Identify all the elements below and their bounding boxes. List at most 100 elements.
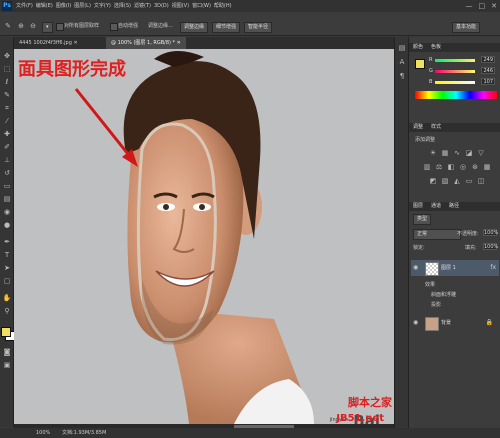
color-panel-tabs: 颜色 色板 <box>409 43 500 52</box>
marquee-tool-icon[interactable]: ⬚ <box>2 64 12 74</box>
site-url-watermark: JB51.net <box>336 413 384 424</box>
close-icon[interactable]: ✕ <box>491 1 497 11</box>
document-canvas[interactable]: 面具图形完成 Bai jingyan 脚本之家 JB51.net <box>14 49 394 424</box>
detail-enhance-button[interactable]: 细节增强 <box>212 22 241 33</box>
tab-adjustments[interactable]: 调整 <box>413 123 423 132</box>
brush-new-icon[interactable]: ⊕ <box>16 21 26 31</box>
menu-filter[interactable]: 滤镜(T) <box>134 0 151 12</box>
tab-color[interactable]: 颜色 <box>413 43 423 52</box>
zoom-level[interactable]: 100% <box>36 428 50 438</box>
eye-icon[interactable]: ◉ <box>413 319 418 326</box>
quick-select-tool-icon[interactable]: ✎ <box>3 21 13 31</box>
effect-shadow[interactable]: 投影 <box>431 301 441 308</box>
menu-3d[interactable]: 3D(D) <box>154 0 169 12</box>
fill-value[interactable]: 100% <box>483 243 498 250</box>
g-value[interactable]: 246 <box>481 67 495 74</box>
selective-color-icon[interactable]: ◫ <box>477 177 485 185</box>
color-spectrum[interactable] <box>415 91 497 99</box>
tab-channels[interactable]: 通道 <box>431 202 441 211</box>
menu-help[interactable]: 帮助(H) <box>214 0 232 12</box>
hand-tool-icon[interactable]: ✋ <box>2 293 12 303</box>
layer-kind-filter[interactable]: 类型 <box>413 214 432 225</box>
stamp-tool-icon[interactable]: ⊥ <box>2 155 12 165</box>
paragraph-panel-icon[interactable]: ¶ <box>397 71 407 81</box>
tab-styles[interactable]: 样式 <box>431 123 441 132</box>
curves-icon[interactable]: ∿ <box>453 149 461 157</box>
layer-row-background[interactable]: ◉ 背景 🔒 <box>411 315 499 331</box>
quick-select-icon[interactable]: ✎ <box>2 90 12 100</box>
g-slider[interactable] <box>435 70 475 73</box>
path-select-icon[interactable]: ➤ <box>2 263 12 273</box>
zoom-tool-icon[interactable]: ⚲ <box>2 306 12 316</box>
color-panel-foreground[interactable] <box>415 59 425 69</box>
menu-image[interactable]: 图像(I) <box>56 0 71 12</box>
menu-layer[interactable]: 图层(L) <box>74 0 91 12</box>
eraser-tool-icon[interactable]: ▭ <box>2 181 12 191</box>
photo-filter-icon[interactable]: ◎ <box>459 163 467 171</box>
r-label: R <box>429 57 433 63</box>
quick-mask-icon[interactable]: ◙ <box>2 347 12 357</box>
effect-bevel[interactable]: 斜面和浮雕 <box>431 291 456 298</box>
character-panel-icon[interactable]: A <box>397 57 407 67</box>
menu-type[interactable]: 文字(Y) <box>94 0 111 12</box>
brush-add-icon[interactable]: ⊖ <box>28 21 38 31</box>
maximize-icon[interactable]: □ <box>479 1 486 11</box>
fx-icon[interactable]: fx <box>490 264 496 271</box>
healing-tool-icon[interactable]: ✚ <box>2 129 12 139</box>
sample-all-checkbox[interactable] <box>56 23 64 31</box>
opacity-value[interactable]: 100% <box>483 229 498 236</box>
tab-swatches[interactable]: 色板 <box>431 43 441 52</box>
dodge-tool-icon[interactable]: ● <box>2 220 12 230</box>
menu-edit[interactable]: 编辑(E) <box>36 0 53 12</box>
tab-paths[interactable]: 路径 <box>449 202 459 211</box>
menu-select[interactable]: 选择(S) <box>114 0 131 12</box>
brightness-icon[interactable]: ☀ <box>429 149 437 157</box>
shape-tool-icon[interactable]: ▢ <box>2 276 12 286</box>
history-brush-icon[interactable]: ↺ <box>2 168 12 178</box>
minimize-icon[interactable]: — <box>466 1 473 11</box>
smart-radius-button[interactable]: 智能半径 <box>244 22 273 33</box>
layer-row-1[interactable]: ◉ 图层 1 fx <box>411 260 499 276</box>
hue-icon[interactable]: ▥ <box>423 163 431 171</box>
gradient-map-icon[interactable]: ▭ <box>465 177 473 185</box>
eyedropper-tool-icon[interactable]: ⁄ <box>2 116 12 126</box>
screen-mode-icon[interactable]: ▣ <box>2 360 12 370</box>
color-balance-icon[interactable]: ⚖ <box>435 163 443 171</box>
tab-layers[interactable]: 图层 <box>413 202 423 211</box>
foreground-color-swatch[interactable] <box>1 327 11 337</box>
workspace-switcher[interactable]: 基本功能 <box>452 22 481 33</box>
r-value[interactable]: 249 <box>481 56 495 63</box>
posterize-icon[interactable]: ▧ <box>441 177 449 185</box>
threshold-icon[interactable]: ◭ <box>453 177 461 185</box>
menu-file[interactable]: 文件(F) <box>16 0 33 12</box>
move-tool-icon[interactable]: ✥ <box>2 51 12 61</box>
tab-document-1[interactable]: 4445 1002f4f3ff6.jpg ✕ <box>14 37 83 49</box>
tab-document-2[interactable]: @ 100% (图层 1, RGB/8) * ✕ <box>106 37 186 49</box>
vibrance-icon[interactable]: ▽ <box>477 149 485 157</box>
exposure-icon[interactable]: ◪ <box>465 149 473 157</box>
blend-mode-select[interactable]: 正常 <box>413 229 461 240</box>
brush-size-picker[interactable]: ▾ <box>42 22 53 33</box>
history-panel-icon[interactable]: ▤ <box>397 43 407 53</box>
black-white-icon[interactable]: ◧ <box>447 163 455 171</box>
eye-icon[interactable]: ◉ <box>413 264 418 271</box>
blur-tool-icon[interactable]: ◉ <box>2 207 12 217</box>
pen-tool-icon[interactable]: ✒ <box>2 237 12 247</box>
layer-name: 图层 1 <box>441 265 456 271</box>
r-slider[interactable] <box>435 59 475 62</box>
levels-icon[interactable]: ▦ <box>441 149 449 157</box>
type-tool-icon[interactable]: T <box>2 250 12 260</box>
lasso-tool-icon[interactable]: ℓ <box>2 77 12 87</box>
gradient-tool-icon[interactable]: ▤ <box>2 194 12 204</box>
refine-edge-button[interactable]: 调整边缘 <box>180 22 209 33</box>
b-slider[interactable] <box>435 81 475 84</box>
b-value[interactable]: 107 <box>481 78 495 85</box>
menu-window[interactable]: 窗口(W) <box>192 0 211 12</box>
brush-tool-icon[interactable]: ✐ <box>2 142 12 152</box>
color-lookup-icon[interactable]: ▦ <box>483 163 491 171</box>
invert-icon[interactable]: ◩ <box>429 177 437 185</box>
crop-tool-icon[interactable]: ⌗ <box>2 103 12 113</box>
menu-view[interactable]: 视图(V) <box>172 0 189 12</box>
channel-mixer-icon[interactable]: ⊛ <box>471 163 479 171</box>
auto-enhance-checkbox[interactable] <box>110 23 118 31</box>
